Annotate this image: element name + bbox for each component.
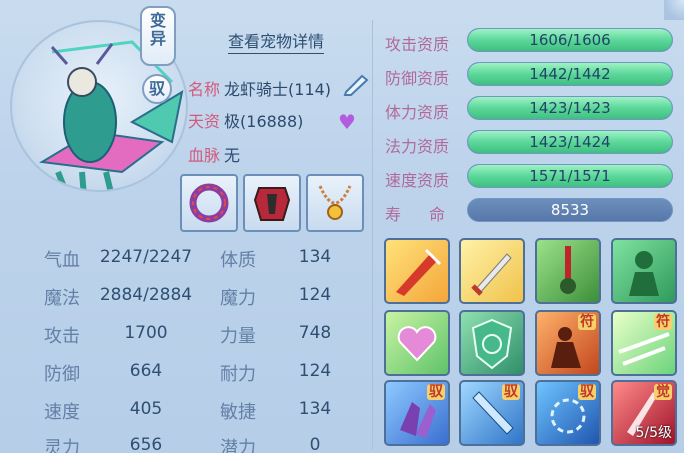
skill-slot-2[interactable] (459, 238, 525, 304)
quality-mana-bar: 1423/1424 (467, 130, 673, 154)
quality-speed-bar: 1571/1571 (467, 164, 673, 188)
skill-slot-12[interactable]: 觉 5/5级 (611, 380, 677, 446)
skill-12-tag: 觉 (654, 384, 672, 400)
window-corner (664, 0, 684, 20)
attr-strength-value: 748 (298, 323, 332, 343)
quality-stamina-value: 1423/1423 (529, 99, 611, 117)
stat-speed-value: 405 (129, 399, 163, 419)
skill-slot-3[interactable] (535, 238, 601, 304)
stat-attack-value: 1700 (124, 323, 168, 343)
attr-endurance-value: 124 (298, 361, 332, 381)
quality-speed-value: 1571/1571 (529, 167, 611, 185)
quality-defense-bar: 1442/1442 (467, 62, 673, 86)
skill-slot-4[interactable] (611, 238, 677, 304)
view-pet-details-link[interactable]: 查看宠物详情 (228, 28, 325, 54)
stat-mp-value: 2884/2884 (99, 285, 193, 305)
ghost-icon (629, 251, 659, 296)
quality-mana-value: 1423/1424 (529, 133, 611, 151)
skill-10-tag: 驭 (502, 384, 520, 400)
attr-magic-value: 124 (298, 285, 332, 305)
bound-badge-text: 驭 (148, 79, 165, 98)
skill-9-tag: 驭 (427, 384, 445, 400)
quality-mana-label: 法力资质 (385, 137, 450, 156)
skill-11-tag: 驭 (578, 384, 596, 400)
pet-bloodline-row: 血脉无 (188, 142, 240, 166)
attr-potential-label: 潜力 (220, 438, 256, 453)
aptitude-label: 天资 (188, 112, 221, 131)
stat-hp-value: 2247/2247 (99, 247, 193, 267)
stat-mp-label: 魔法 (44, 288, 80, 309)
lifespan-value: 8533 (550, 201, 590, 219)
name-label: 名称 (188, 80, 221, 99)
skill-8-tag: 符 (654, 314, 672, 330)
stat-spirit-value: 656 (129, 435, 163, 453)
skill-slot-10[interactable]: 驭 (459, 380, 525, 446)
attr-endurance-label: 耐力 (220, 364, 256, 385)
stat-defense-label: 防御 (44, 364, 80, 385)
necklace-icon (318, 185, 352, 220)
variant-badge-text: 变异 (149, 11, 166, 48)
skill-slot-1[interactable] (384, 238, 450, 304)
attr-magic-label: 魔力 (220, 288, 256, 309)
heart-shield-icon (397, 326, 437, 362)
skill-12-level: 5/5级 (635, 425, 672, 441)
stat-defense-value: 664 (129, 361, 163, 381)
panel-divider (372, 20, 373, 450)
stat-attack-label: 攻击 (44, 326, 80, 347)
bloodline-label: 血脉 (188, 146, 221, 165)
quality-stamina-bar: 1423/1423 (467, 96, 673, 120)
skill-slot-11[interactable]: 驭 (535, 380, 601, 446)
attr-potential-value: 0 (309, 435, 321, 453)
equip-slot-bracelet[interactable] (180, 174, 238, 232)
armor-icon (253, 187, 291, 221)
attr-constitution-label: 体质 (220, 250, 256, 271)
quality-stamina-label: 体力资质 (385, 103, 450, 122)
rename-pencil-icon[interactable] (342, 74, 370, 96)
skill-slot-7[interactable]: 符 (535, 310, 601, 376)
name-value: 龙虾骑士(114) (224, 80, 332, 99)
stat-spirit-label: 灵力 (44, 438, 80, 453)
attr-constitution-value: 134 (298, 247, 332, 267)
skill-slot-8[interactable]: 符 (611, 310, 677, 376)
equip-slot-armor[interactable] (243, 174, 301, 232)
equip-slot-necklace[interactable] (306, 174, 364, 232)
quality-defense-value: 1442/1442 (529, 65, 611, 83)
variant-badge: 变异 (140, 6, 176, 66)
quality-defense-label: 防御资质 (385, 69, 450, 88)
stat-hp-label: 气血 (44, 250, 80, 271)
strike-icon (396, 248, 442, 296)
heart-icon[interactable]: ♥ (338, 110, 356, 134)
regen-shield-icon (471, 318, 513, 370)
skill-slot-9[interactable]: 驭 (384, 380, 450, 446)
blood-drain-icon (560, 246, 576, 294)
skill-7-tag: 符 (578, 314, 596, 330)
stat-speed-label: 速度 (44, 402, 80, 423)
pet-aptitude-row: 天资 极(16888) (188, 108, 303, 132)
quality-speed-label: 速度资质 (385, 171, 450, 190)
attr-agility-value: 134 (298, 399, 332, 419)
pet-name-row: 名称 龙虾骑士(114) (188, 76, 331, 100)
bloodline-value: 无 (224, 146, 241, 165)
quality-attack-label: 攻击资质 (385, 35, 450, 54)
lifespan-label-2: 命 (429, 205, 446, 224)
skill-slot-5[interactable] (384, 310, 450, 376)
attr-strength-label: 力量 (220, 326, 256, 347)
lifespan-label-1: 寿 (385, 205, 402, 224)
aptitude-value: 极(16888) (224, 112, 304, 131)
lifespan-bar: 8533 (467, 198, 673, 222)
bound-badge: 驭 (142, 74, 172, 104)
quality-attack-bar: 1606/1606 (467, 28, 673, 52)
sword-icon (471, 253, 512, 296)
skill-slot-6[interactable] (459, 310, 525, 376)
bracelet-icon (189, 183, 229, 223)
lifespan-label: 寿命 (385, 201, 445, 225)
quality-attack-value: 1606/1606 (529, 31, 611, 49)
attr-agility-label: 敏捷 (220, 402, 256, 423)
